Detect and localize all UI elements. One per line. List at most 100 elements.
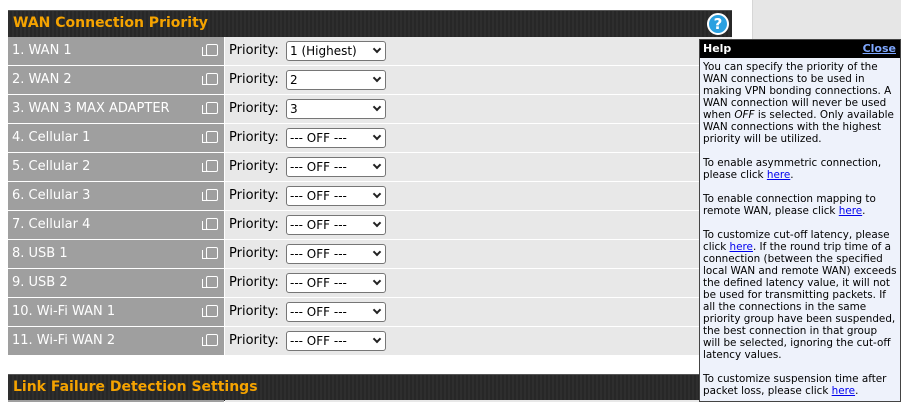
chevron-down-icon: [372, 73, 382, 83]
help-close-link[interactable]: Close: [863, 40, 896, 58]
priority-select[interactable]: 3: [286, 99, 386, 119]
table-row: 11. Wi-Fi WAN 2 Priority: --- OFF ---: [8, 327, 732, 356]
priority-select[interactable]: --- OFF ---: [286, 244, 386, 264]
priority-cell: Priority: --- OFF ---: [224, 211, 732, 239]
copy-icon[interactable]: [202, 247, 218, 259]
table-row: 9. USB 2 Priority: --- OFF ---: [8, 269, 732, 298]
priority-cell: Priority: --- OFF ---: [224, 182, 732, 210]
chevron-down-icon: [372, 276, 382, 286]
connection-name: 5. Cellular 2: [8, 153, 224, 181]
chevron-down-icon: [372, 131, 382, 141]
priority-value: 1 (Highest): [290, 44, 357, 58]
table-row: 6. Cellular 3 Priority: --- OFF ---: [8, 182, 732, 211]
priority-select[interactable]: 1 (Highest): [286, 41, 386, 61]
connection-name: 4. Cellular 1: [8, 124, 224, 152]
priority-select[interactable]: 2: [286, 70, 386, 90]
priority-value: 3: [290, 102, 298, 116]
wan-priority-title: WAN Connection Priority: [13, 15, 208, 31]
chevron-down-icon: [372, 160, 382, 170]
mapping-here-link[interactable]: here: [839, 205, 862, 217]
priority-label: Priority:: [229, 101, 279, 116]
table-row: 3. WAN 3 MAX ADAPTER Priority: 3: [8, 95, 732, 124]
priority-value: --- OFF ---: [290, 218, 347, 232]
priority-value: --- OFF ---: [290, 160, 347, 174]
table-row: 1. WAN 1 Priority: 1 (Highest): [8, 37, 732, 66]
copy-icon[interactable]: [202, 218, 218, 230]
priority-value: --- OFF ---: [290, 276, 347, 290]
priority-value: 2: [290, 73, 298, 87]
connection-name: 9. USB 2: [8, 269, 224, 297]
priority-cell: Priority: 1 (Highest): [224, 37, 732, 65]
priority-label: Priority:: [229, 333, 279, 348]
help-paragraph-latency: To customize cut-off latency, please cli…: [703, 229, 897, 361]
connection-name: 1. WAN 1: [8, 37, 224, 65]
copy-icon[interactable]: [202, 276, 218, 288]
priority-select[interactable]: --- OFF ---: [286, 331, 386, 351]
priority-select[interactable]: --- OFF ---: [286, 302, 386, 322]
chevron-down-icon: [372, 247, 382, 257]
copy-icon[interactable]: [202, 131, 218, 143]
priority-label: Priority:: [229, 130, 279, 145]
connection-name: 2. WAN 2: [8, 66, 224, 94]
connection-name: 8. USB 1: [8, 240, 224, 268]
table-row: 7. Cellular 4 Priority: --- OFF ---: [8, 211, 732, 240]
help-paragraph-asymmetric: To enable asymmetric connection, please …: [703, 157, 882, 181]
priority-cell: Priority: --- OFF ---: [224, 240, 732, 268]
latency-here-link[interactable]: here: [730, 241, 753, 253]
wan-priority-table: 1. WAN 1 Priority: 1 (Highest) 2. WAN 2 Prio…: [8, 37, 732, 356]
priority-label: Priority:: [229, 217, 279, 232]
help-paragraph-priority: You can specify the priority of the WAN …: [703, 61, 894, 145]
priority-select[interactable]: --- OFF ---: [286, 128, 386, 148]
priority-select[interactable]: --- OFF ---: [286, 157, 386, 177]
priority-select[interactable]: --- OFF ---: [286, 215, 386, 235]
help-popup: Help Close You can specify the priority …: [699, 39, 901, 402]
help-paragraph-mapping: To enable connection mapping to remote W…: [703, 193, 876, 217]
help-icon[interactable]: ?: [707, 13, 729, 35]
priority-value: --- OFF ---: [290, 305, 347, 319]
connection-name: 10. Wi-Fi WAN 1: [8, 298, 224, 326]
chevron-down-icon: [372, 102, 382, 112]
priority-cell: Priority: 3: [224, 95, 732, 123]
help-titlebar: Help Close: [700, 40, 900, 58]
copy-icon[interactable]: [202, 44, 218, 56]
connection-name: 3. WAN 3 MAX ADAPTER: [8, 95, 224, 123]
suspension-here-link[interactable]: here: [832, 385, 855, 397]
priority-cell: Priority: 2: [224, 66, 732, 94]
table-row: 4. Cellular 1 Priority: --- OFF ---: [8, 124, 732, 153]
priority-select[interactable]: --- OFF ---: [286, 186, 386, 206]
copy-icon[interactable]: [202, 160, 218, 172]
priority-label: Priority:: [229, 72, 279, 87]
priority-select[interactable]: --- OFF ---: [286, 273, 386, 293]
priority-label: Priority:: [229, 275, 279, 290]
copy-icon[interactable]: [202, 73, 218, 85]
priority-cell: Priority: --- OFF ---: [224, 327, 732, 355]
wan-priority-header: WAN Connection Priority ?: [8, 10, 732, 37]
priority-value: --- OFF ---: [290, 189, 347, 203]
priority-cell: Priority: --- OFF ---: [224, 124, 732, 152]
chevron-down-icon: [372, 334, 382, 344]
connection-name: 6. Cellular 3: [8, 182, 224, 210]
chevron-down-icon: [372, 305, 382, 315]
chevron-down-icon: [372, 44, 382, 54]
help-title: Help: [703, 42, 732, 55]
connection-name: 11. Wi-Fi WAN 2: [8, 327, 224, 355]
table-row: 8. USB 1 Priority: --- OFF ---: [8, 240, 732, 269]
connection-name: 7. Cellular 4: [8, 211, 224, 239]
copy-icon[interactable]: [202, 334, 218, 346]
priority-cell: Priority: --- OFF ---: [224, 298, 732, 326]
chevron-down-icon: [372, 218, 382, 228]
priority-value: --- OFF ---: [290, 131, 347, 145]
priority-value: --- OFF ---: [290, 247, 347, 261]
priority-cell: Priority: --- OFF ---: [224, 153, 732, 181]
copy-icon[interactable]: [202, 305, 218, 317]
help-body: You can specify the priority of the WAN …: [700, 58, 900, 397]
priority-label: Priority:: [229, 159, 279, 174]
asymmetric-here-link[interactable]: here: [767, 169, 790, 181]
table-row: 2. WAN 2 Priority: 2: [8, 66, 732, 95]
priority-value: --- OFF ---: [290, 334, 347, 348]
copy-icon[interactable]: [202, 189, 218, 201]
priority-cell: Priority: --- OFF ---: [224, 269, 732, 297]
copy-icon[interactable]: [202, 102, 218, 114]
priority-label: Priority:: [229, 304, 279, 319]
off-emphasis: OFF: [734, 109, 755, 121]
